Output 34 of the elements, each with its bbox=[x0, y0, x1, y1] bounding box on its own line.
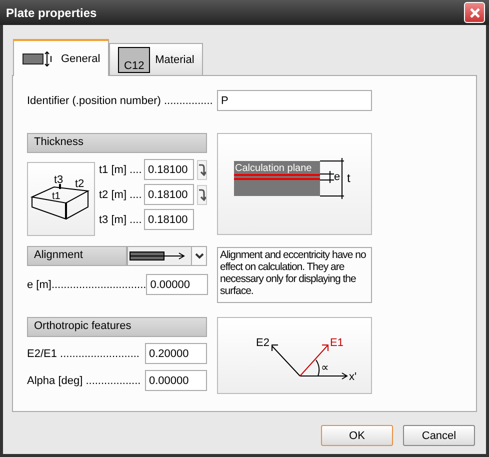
eccentricity-label: e [m]............................... bbox=[27, 278, 146, 290]
orthotropic-field[interactable]: 0.20000 bbox=[145, 343, 207, 364]
dialog-button[interactable]: Cancel bbox=[403, 425, 475, 446]
info-note: Alignment and eccentricity have no effect on calculation. They are necessary only for displaying the surface. bbox=[217, 247, 372, 303]
thickness-field[interactable]: 0.18100 bbox=[144, 209, 194, 230]
tab[interactable]: C12 Material bbox=[109, 43, 204, 75]
thickness-field[interactable]: 0.18100 bbox=[144, 184, 194, 205]
curved-arrow-icon bbox=[198, 188, 206, 202]
copy-down-button[interactable] bbox=[197, 160, 207, 180]
thickness-field[interactable]: 0.18100 bbox=[144, 159, 194, 180]
thickness-label: t1 [m] .... bbox=[99, 164, 141, 176]
orthotropic-label: Alpha [deg] .................. bbox=[27, 374, 141, 386]
tab[interactable]: General bbox=[13, 39, 110, 76]
identifier-field[interactable]: P bbox=[217, 90, 372, 111]
close-button[interactable] bbox=[464, 2, 485, 23]
close-icon bbox=[468, 6, 480, 18]
chevron-down-icon bbox=[194, 253, 204, 259]
window-title: Plate properties bbox=[6, 6, 97, 20]
thickness-label: t3 [m] .... bbox=[99, 214, 141, 226]
plate-drawing: t3 t2 t1 bbox=[27, 162, 95, 236]
material-swatch-icon: C12 bbox=[118, 46, 150, 72]
curved-arrow-icon bbox=[198, 162, 206, 176]
copy-down-button[interactable] bbox=[197, 184, 207, 204]
alignment-dropdown[interactable] bbox=[127, 246, 207, 266]
thickness-label: t2 [m] .... bbox=[99, 188, 141, 200]
orthotropic-field[interactable]: 0.00000 bbox=[145, 370, 207, 391]
calculation-plane-drawing: Calculation plane e t bbox=[217, 133, 372, 235]
dialog-button[interactable]: OK bbox=[321, 425, 393, 446]
section-header: Orthotropic features bbox=[27, 317, 207, 337]
section-header: Alignment bbox=[27, 246, 127, 266]
axes-drawing: E2 E1 ∝ x' bbox=[217, 317, 372, 394]
eccentricity-field[interactable]: 0.00000 bbox=[146, 274, 208, 295]
section-header: Thickness bbox=[27, 133, 207, 153]
orthotropic-label: E2/E1 .......................... bbox=[27, 348, 140, 360]
